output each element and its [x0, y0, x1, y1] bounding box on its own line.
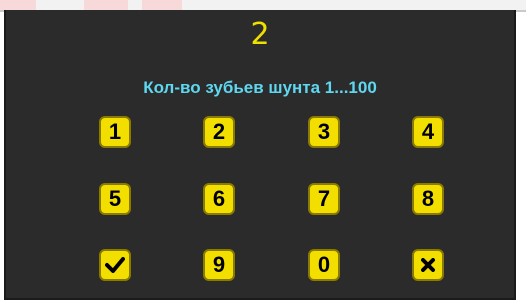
confirm-button[interactable]: [99, 249, 131, 281]
cancel-button[interactable]: [412, 249, 444, 281]
key-6[interactable]: 6: [203, 183, 235, 215]
key-8[interactable]: 8: [412, 183, 444, 215]
screen: 2 Кол-во зубьев шунта 1...100 1 2 3 4 5 …: [0, 0, 526, 302]
key-3[interactable]: 3: [308, 116, 340, 148]
key-9[interactable]: 9: [203, 249, 235, 281]
key-0[interactable]: 0: [308, 249, 340, 281]
key-2[interactable]: 2: [203, 116, 235, 148]
key-5[interactable]: 5: [99, 183, 131, 215]
check-icon: [105, 257, 125, 273]
close-icon: [421, 258, 435, 272]
entered-value-display: 2: [250, 17, 270, 52]
numeric-input-dialog: 2 Кол-во зубьев шунта 1...100 1 2 3 4 5 …: [4, 10, 516, 300]
key-4[interactable]: 4: [412, 116, 444, 148]
key-7[interactable]: 7: [308, 183, 340, 215]
input-prompt: Кол-во зубьев шунта 1...100: [143, 78, 377, 97]
key-1[interactable]: 1: [99, 116, 131, 148]
